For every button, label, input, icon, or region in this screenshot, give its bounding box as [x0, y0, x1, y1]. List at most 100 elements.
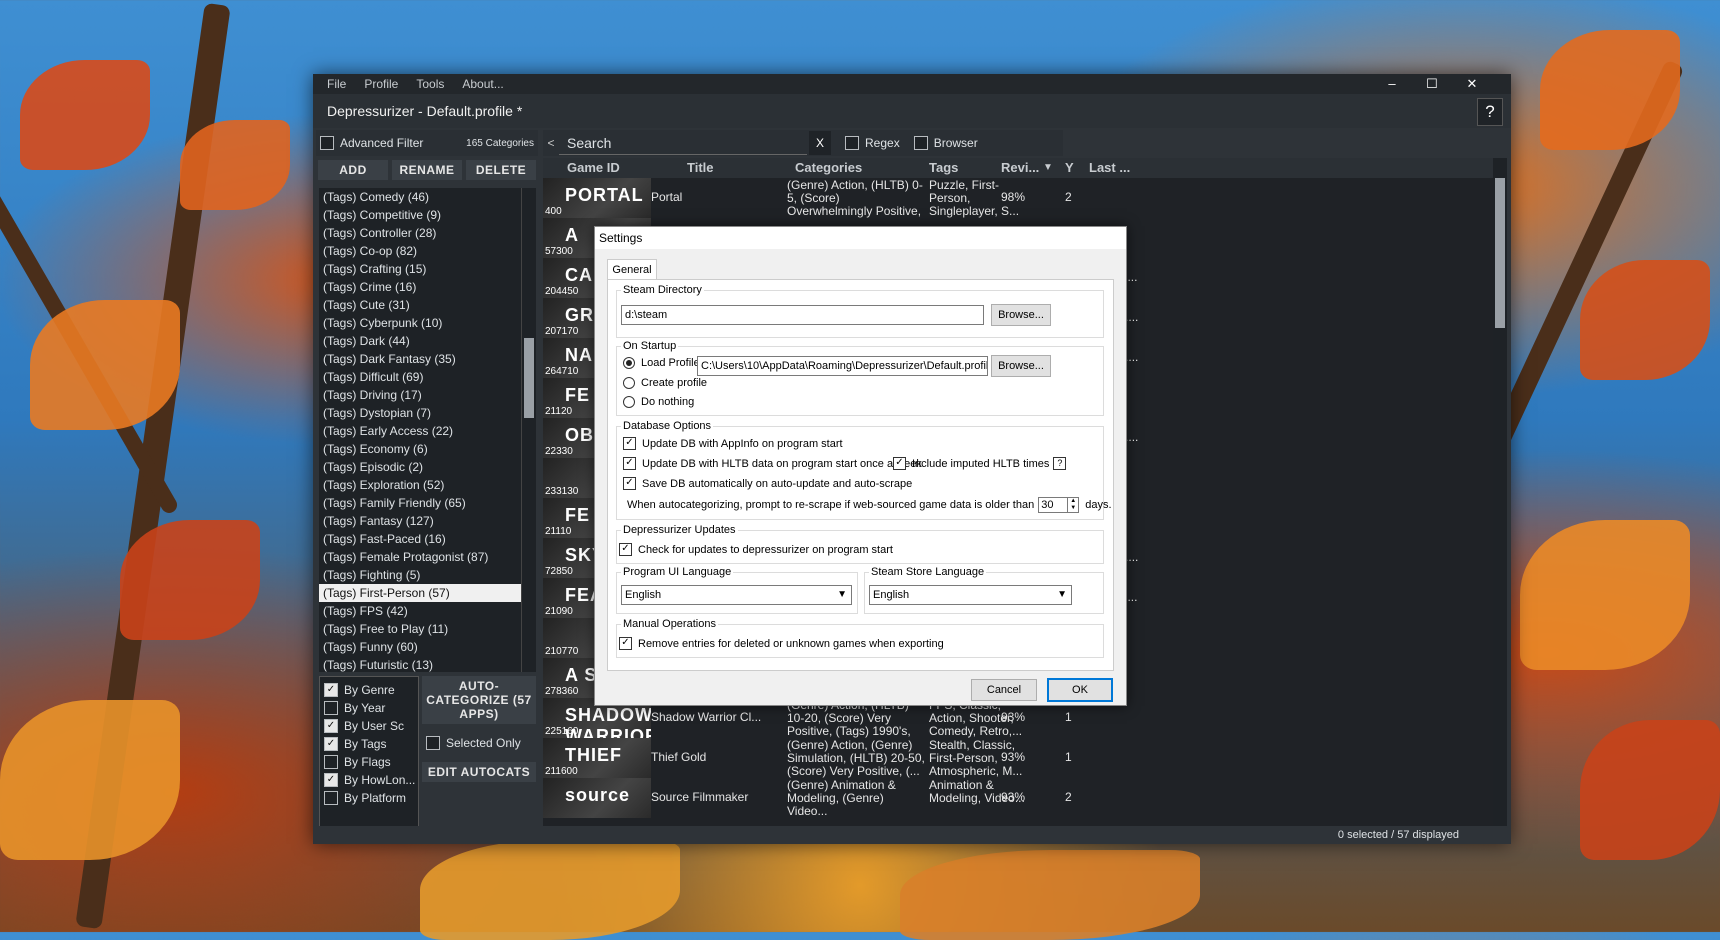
load-profile-option[interactable]: Load Profile: — [623, 357, 703, 369]
autocat-checkbox[interactable] — [324, 755, 338, 769]
autocat-item[interactable]: By Year — [320, 699, 418, 717]
appinfo-checkbox[interactable]: ✓ — [623, 437, 636, 450]
cancel-button[interactable]: Cancel — [971, 679, 1037, 701]
category-item[interactable]: (Tags) Crime (16) — [319, 278, 521, 296]
col-reviews[interactable]: Revi... — [1001, 160, 1039, 175]
scrollbar-thumb[interactable] — [1495, 178, 1505, 328]
close-icon[interactable]: ✕ — [1461, 76, 1483, 92]
autocat-item[interactable]: ✓ By Genre — [320, 681, 418, 699]
category-item[interactable]: (Tags) Dark (44) — [319, 332, 521, 350]
clear-search-button[interactable]: X — [809, 131, 831, 155]
category-item[interactable]: (Tags) Difficult (69) — [319, 368, 521, 386]
rescrape-days-input[interactable]: 30 — [1038, 497, 1069, 513]
check-updates-checkbox[interactable]: ✓ — [619, 543, 632, 556]
category-item[interactable]: (Tags) Exploration (52) — [319, 476, 521, 494]
edit-autocats-button[interactable]: EDIT AUTOCATS — [422, 762, 536, 782]
selected-only-checkbox[interactable] — [426, 736, 440, 750]
category-item[interactable]: (Tags) Fantasy (127) — [319, 512, 521, 530]
browser-checkbox[interactable] — [913, 136, 928, 150]
ui-language-select[interactable]: English ▼ — [621, 585, 852, 605]
category-item[interactable]: (Tags) Dark Fantasy (35) — [319, 350, 521, 368]
col-tags[interactable]: Tags — [929, 160, 958, 175]
hltb-checkbox[interactable]: ✓ — [623, 457, 636, 470]
check-updates-option[interactable]: ✓ Check for updates to depressurizer on … — [619, 543, 893, 556]
col-title[interactable]: Title — [687, 160, 714, 175]
table-row[interactable]: THIEF 211600 Thief Gold (Genre) Action, (Ge… — [543, 738, 1483, 778]
category-item[interactable]: (Tags) Early Access (22) — [319, 422, 521, 440]
col-year[interactable]: Y — [1065, 160, 1074, 175]
remove-entries-checkbox[interactable]: ✓ — [619, 637, 632, 650]
auto-categorize-button[interactable]: AUTO-CATEGORIZE (57 APPS) — [422, 676, 536, 724]
autocat-checkbox[interactable]: ✓ — [324, 683, 338, 697]
regex-checkbox[interactable] — [845, 136, 859, 150]
load-profile-radio[interactable] — [623, 357, 635, 369]
minimize-icon[interactable]: – — [1381, 76, 1403, 92]
autocat-checkbox[interactable] — [324, 791, 338, 805]
tab-general[interactable]: General — [607, 259, 657, 280]
appinfo-option[interactable]: ✓ Update DB with AppInfo on program star… — [623, 437, 843, 450]
maximize-icon[interactable]: ☐ — [1421, 76, 1443, 92]
category-item[interactable]: (Tags) Fast-Paced (16) — [319, 530, 521, 548]
scrollbar-thumb[interactable] — [524, 338, 534, 418]
search-input[interactable]: Search — [559, 132, 807, 155]
help-icon[interactable]: ? — [1053, 457, 1067, 470]
save-db-checkbox[interactable]: ✓ — [623, 477, 636, 490]
create-profile-radio[interactable] — [623, 377, 635, 389]
delete-button[interactable]: DELETE — [466, 160, 536, 180]
autocat-item[interactable]: By Platform — [320, 789, 418, 807]
store-language-select[interactable]: English ▼ — [869, 585, 1072, 605]
category-item[interactable]: (Tags) Fighting (5) — [319, 566, 521, 584]
category-item[interactable]: (Tags) Female Protagonist (87) — [319, 548, 521, 566]
create-profile-option[interactable]: Create profile — [623, 377, 707, 389]
imputed-option[interactable]: ✓ Include imputed HLTB times ? — [893, 457, 1067, 470]
category-item[interactable]: (Tags) Competitive (9) — [319, 206, 521, 224]
autocat-checkbox[interactable]: ✓ — [324, 737, 338, 751]
browse-profile-button[interactable]: Browse... — [991, 355, 1051, 377]
imputed-checkbox[interactable]: ✓ — [893, 457, 906, 470]
category-item[interactable]: (Tags) Funny (60) — [319, 638, 521, 656]
category-scrollbar[interactable] — [521, 188, 536, 672]
menu-tools[interactable]: Tools — [416, 77, 444, 91]
collapse-arrow-icon[interactable]: < — [543, 136, 559, 150]
advanced-filter-checkbox[interactable] — [320, 136, 334, 150]
remove-entries-option[interactable]: ✓ Remove entries for deleted or unknown … — [619, 637, 944, 650]
category-item[interactable]: (Tags) Crafting (15) — [319, 260, 521, 278]
category-item[interactable]: (Tags) Co-op (82) — [319, 242, 521, 260]
category-item[interactable]: (Tags) Episodic (2) — [319, 458, 521, 476]
category-item[interactable]: (Tags) Driving (17) — [319, 386, 521, 404]
autocat-checkbox[interactable]: ✓ — [324, 719, 338, 733]
add-button[interactable]: ADD — [318, 160, 388, 180]
col-categories[interactable]: Categories — [795, 160, 862, 175]
autocat-checkbox[interactable]: ✓ — [324, 773, 338, 787]
col-game-id[interactable]: Game ID — [567, 160, 620, 175]
category-item[interactable]: (Tags) Family Friendly (65) — [319, 494, 521, 512]
category-item[interactable]: (Tags) Dystopian (7) — [319, 404, 521, 422]
autocat-checkbox[interactable] — [324, 701, 338, 715]
category-item[interactable]: (Tags) FPS (42) — [319, 602, 521, 620]
profile-path-input[interactable]: C:\Users\10\AppData\Roaming\Depressurize… — [697, 356, 988, 376]
days-spinner[interactable]: ▲ ▼ — [1068, 497, 1080, 513]
category-item[interactable]: (Tags) Futuristic (13) — [319, 656, 521, 672]
do-nothing-option[interactable]: Do nothing — [623, 396, 694, 408]
category-item[interactable]: (Tags) Controller (28) — [319, 224, 521, 242]
table-row[interactable]: PORTAL 400 Portal (Genre) Action, (HLTB) 0-… — [543, 178, 1483, 218]
rename-button[interactable]: RENAME — [392, 160, 462, 180]
ok-button[interactable]: OK — [1047, 678, 1113, 702]
steam-directory-input[interactable]: d:\steam — [621, 305, 984, 325]
category-item[interactable]: (Tags) Cute (31) — [319, 296, 521, 314]
hltb-option[interactable]: ✓ Update DB with HLTB data on program st… — [623, 457, 922, 470]
category-item[interactable]: (Tags) Comedy (46) — [319, 188, 521, 206]
save-db-option[interactable]: ✓ Save DB automatically on auto-update a… — [623, 477, 912, 490]
autocat-item[interactable]: By Flags — [320, 753, 418, 771]
autocat-item[interactable]: ✓ By Tags — [320, 735, 418, 753]
menu-file[interactable]: File — [327, 77, 346, 91]
col-last-played[interactable]: Last ... — [1089, 160, 1130, 175]
autocat-item[interactable]: ✓ By HowLon... — [320, 771, 418, 789]
help-button[interactable]: ? — [1477, 98, 1503, 126]
do-nothing-radio[interactable] — [623, 396, 635, 408]
menu-about[interactable]: About... — [462, 77, 503, 91]
autocat-item[interactable]: ✓ By User Sc — [320, 717, 418, 735]
grid-scrollbar[interactable] — [1493, 158, 1507, 826]
category-item[interactable]: (Tags) Cyberpunk (10) — [319, 314, 521, 332]
browse-steam-button[interactable]: Browse... — [991, 304, 1051, 326]
